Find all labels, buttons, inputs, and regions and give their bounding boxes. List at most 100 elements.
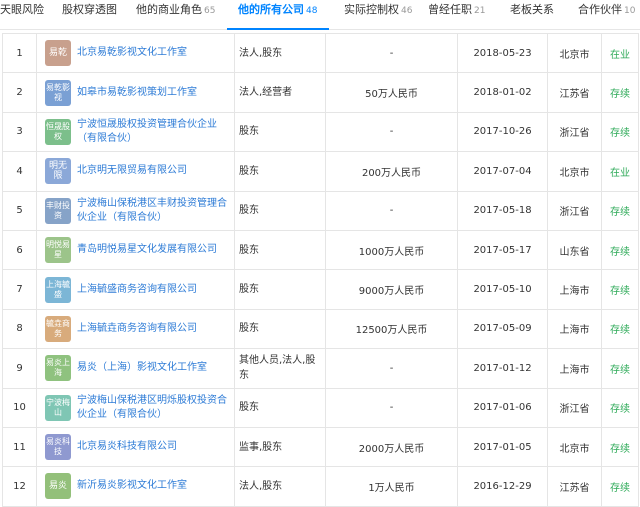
province-cell: 上海市 (547, 269, 602, 310)
company-cell: 易乾影视 如皋市易乾影视策划工作室 (36, 72, 235, 113)
company-logo[interactable]: 易乾 (45, 40, 71, 67)
status-badge: 存续 (601, 466, 639, 507)
province-cell: 山东省 (547, 229, 602, 271)
date-cell: 2017-05-10 (457, 269, 548, 310)
role-text: 股东 (239, 284, 259, 296)
status-badge: 在业 (601, 32, 639, 74)
role-cell: 法人,股东 (234, 466, 326, 507)
company-name-link[interactable]: 宁波恒晟股权投资管理合伙企业（有限合伙） (77, 118, 230, 146)
company-name-link[interactable]: 北京明无限贸易有限公司 (77, 164, 187, 178)
role-cell: 法人,股东 (234, 32, 326, 74)
date-cell: 2017-01-06 (457, 387, 548, 428)
date-cell: 2017-10-26 (457, 111, 548, 153)
company-name-wrap: 易乾 北京易乾影视文化工作室 (45, 40, 230, 67)
date-cell: 2017-01-12 (457, 348, 548, 389)
company-cell: 宁波梅山 宁波梅山保税港区明烁股权投资合伙企业（有限合伙） (36, 387, 235, 428)
company-name-link[interactable]: 上海毓盛商务咨询有限公司 (77, 283, 197, 297)
tab-5[interactable]: 曾经任职 21 (428, 0, 486, 29)
company-cell: 易炎 新沂易炎影视文化工作室 (36, 466, 235, 507)
company-cell: 毓垚商务 上海毓垚商务咨询有限公司 (36, 308, 235, 350)
role-cell: 股东 (234, 111, 326, 153)
tab-label: 天眼风险 (0, 3, 44, 16)
status-badge: 存续 (601, 426, 639, 468)
company-cell: 明无限 北京明无限贸易有限公司 (36, 151, 235, 192)
tab-2[interactable]: 他的商业角色 65 (136, 0, 215, 29)
province-cell: 北京市 (547, 32, 602, 74)
status-badge: 存续 (601, 348, 639, 389)
province-cell: 浙江省 (547, 111, 602, 153)
company-logo[interactable]: 上海毓盛 (45, 276, 71, 303)
role-text: 其他人员,法人,股东 (239, 355, 316, 382)
tab-count: 21 (474, 6, 486, 16)
table-row: 4 明无限 北京明无限贸易有限公司 股东 200万人民币 2017-07-04 北京市 在业 (2, 151, 639, 192)
tab-1[interactable]: 股权穿透图 (62, 0, 117, 29)
capital-cell: 9000万人民币 (325, 269, 458, 310)
company-name-link[interactable]: 上海毓垚商务咨询有限公司 (77, 322, 197, 336)
company-name-link[interactable]: 宁波梅山保税港区丰财投资管理合伙企业（有限合伙） (77, 197, 230, 225)
table-row: 9 易炎上海 易炎（上海）影视文化工作室 其他人员,法人,股东 -2017-01-12 上… (2, 348, 639, 389)
province-cell: 浙江省 (547, 387, 602, 428)
tab-3[interactable]: 他的所有公司 48 (238, 0, 317, 29)
company-name-link[interactable]: 北京易炎科技有限公司 (77, 440, 177, 454)
tab-label: 实际控制权 (344, 3, 399, 16)
table-row: 5 丰财投资 宁波梅山保税港区丰财投资管理合伙企业（有限合伙） 股东 -2017-05-… (2, 190, 639, 231)
company-name-link[interactable]: 青岛明悦易星文化发展有限公司 (77, 243, 217, 257)
role-text: 股东 (239, 126, 259, 138)
role-cell: 股东 (234, 308, 326, 350)
capital-cell: 200万人民币 (325, 151, 458, 192)
role-cell: 法人,经营者 (234, 72, 326, 113)
role-text: 股东 (239, 323, 259, 335)
company-name-wrap: 恒晟股权 宁波恒晟股权投资管理合伙企业（有限合伙） (45, 118, 230, 146)
company-logo[interactable]: 明悦易星 (45, 237, 71, 264)
company-logo[interactable]: 易炎上海 (45, 355, 71, 382)
company-logo[interactable]: 丰财投资 (45, 197, 71, 224)
role-text: 监事,股东 (239, 441, 283, 453)
company-name-wrap: 宁波梅山 宁波梅山保税港区明烁股权投资合伙企业（有限合伙） (45, 394, 230, 422)
company-name-link[interactable]: 新沂易炎影视文化工作室 (77, 479, 187, 493)
tab-count: 10 (624, 6, 636, 16)
date-cell: 2016-12-29 (457, 466, 548, 507)
tab-6[interactable]: 老板关系 (510, 0, 554, 29)
tab-label: 老板关系 (510, 3, 554, 16)
capital-cell: 1万人民币 (325, 466, 458, 507)
status-badge: 存续 (601, 190, 639, 231)
role-cell: 其他人员,法人,股东 (234, 348, 326, 389)
capital-cell: - (325, 190, 458, 231)
company-logo[interactable]: 易炎科技 (45, 434, 71, 461)
company-name-wrap: 毓垚商务 上海毓垚商务咨询有限公司 (45, 315, 230, 342)
capital-cell: 12500万人民币 (325, 308, 458, 350)
status-badge: 存续 (601, 72, 639, 113)
province-cell: 北京市 (547, 426, 602, 468)
province-cell: 北京市 (547, 151, 602, 192)
company-logo[interactable]: 易炎 (45, 473, 71, 500)
company-name-link[interactable]: 如皋市易乾影视策划工作室 (77, 86, 197, 100)
status-badge: 存续 (601, 387, 639, 428)
table-row: 12 易炎 新沂易炎影视文化工作室 法人,股东 1万人民币 2016-12-29 江苏省 存续 (2, 466, 639, 507)
tab-7[interactable]: 合作伙伴 10 (578, 0, 636, 29)
company-name-link[interactable]: 易炎（上海）影视文化工作室 (77, 361, 207, 375)
company-logo[interactable]: 毓垚商务 (45, 315, 71, 342)
capital-cell: - (325, 387, 458, 428)
company-name-link[interactable]: 宁波梅山保税港区明烁股权投资合伙企业（有限合伙） (77, 394, 230, 422)
status-badge: 存续 (601, 111, 639, 153)
company-name-link[interactable]: 北京易乾影视文化工作室 (77, 46, 187, 60)
company-logo[interactable]: 宁波梅山 (45, 394, 71, 421)
company-name-wrap: 易炎上海 易炎（上海）影视文化工作室 (45, 355, 230, 382)
tab-4[interactable]: 实际控制权 46 (344, 0, 412, 29)
company-logo[interactable]: 恒晟股权 (45, 118, 71, 145)
capital-cell: - (325, 32, 458, 74)
province-cell: 江苏省 (547, 466, 602, 507)
company-name-wrap: 丰财投资 宁波梅山保税港区丰财投资管理合伙企业（有限合伙） (45, 197, 230, 225)
row-index: 3 (2, 111, 37, 153)
role-text: 股东 (239, 244, 259, 256)
active-tab-indicator (227, 28, 329, 30)
capital-cell: 1000万人民币 (325, 229, 458, 271)
date-cell: 2017-05-17 (457, 229, 548, 271)
tab-0[interactable]: 天眼风险 (0, 0, 44, 29)
company-logo[interactable]: 明无限 (45, 158, 71, 185)
company-cell: 恒晟股权 宁波恒晟股权投资管理合伙企业（有限合伙） (36, 111, 235, 153)
role-text: 法人,股东 (239, 47, 283, 59)
row-index: 11 (2, 426, 37, 468)
company-logo[interactable]: 易乾影视 (45, 79, 71, 106)
company-cell: 易乾 北京易乾影视文化工作室 (36, 32, 235, 74)
